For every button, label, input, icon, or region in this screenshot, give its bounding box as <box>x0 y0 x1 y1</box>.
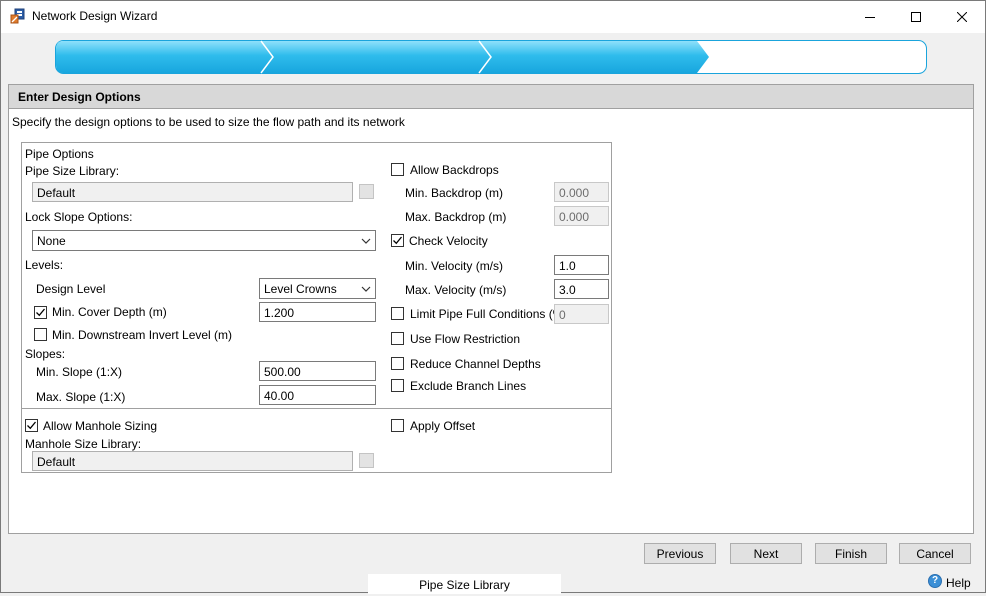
close-icon <box>957 12 967 22</box>
limit-pipe-full-label: Limit Pipe Full Conditions (%) <box>410 307 568 321</box>
help-icon[interactable]: ? <box>928 574 942 588</box>
window-title: Network Design Wizard <box>32 9 158 23</box>
app-icon <box>10 8 25 24</box>
minimize-button[interactable] <box>847 1 893 33</box>
use-flow-restriction-label: Use Flow Restriction <box>410 332 521 346</box>
pipe-options-label: Pipe Options <box>25 147 94 161</box>
design-level-value: Level Crowns <box>264 282 337 296</box>
reduce-channel-depths-checkbox[interactable] <box>391 357 404 370</box>
progress-fill <box>56 41 709 73</box>
allow-manhole-sizing-label: Allow Manhole Sizing <box>43 419 158 433</box>
pipe-size-library-field[interactable]: Default <box>32 182 353 202</box>
lock-slope-options-select[interactable]: None <box>32 230 376 251</box>
allow-backdrops-label: Allow Backdrops <box>410 163 499 177</box>
checkmark-icon <box>27 421 37 430</box>
wizard-progress-bar <box>55 40 927 74</box>
min-backdrop-input[interactable]: 0.000 <box>554 182 609 202</box>
min-velocity-label: Min. Velocity (m/s) <box>405 259 504 273</box>
limit-pipe-full-checkbox[interactable] <box>391 307 404 320</box>
min-cover-depth-label: Min. Cover Depth (m) <box>52 305 167 319</box>
max-slope-input[interactable]: 40.00 <box>259 385 376 405</box>
title-bar: Network Design Wizard <box>1 1 985 33</box>
footer-status: Pipe Size Library <box>368 574 561 594</box>
exclude-branch-lines-checkbox[interactable] <box>391 379 404 392</box>
checkmark-icon <box>36 308 46 317</box>
panel-header: Enter Design Options <box>9 85 973 109</box>
max-backdrop-input[interactable]: 0.000 <box>554 206 609 226</box>
min-backdrop-label: Min. Backdrop (m) <box>405 186 504 200</box>
close-button[interactable] <box>939 1 985 33</box>
allow-manhole-sizing-checkbox[interactable] <box>25 419 38 432</box>
minimize-icon <box>865 17 875 18</box>
max-velocity-input[interactable]: 3.0 <box>554 279 609 299</box>
lock-slope-options-value: None <box>37 234 66 248</box>
apply-offset-checkbox[interactable] <box>391 419 404 432</box>
cancel-button[interactable]: Cancel <box>899 543 971 564</box>
slopes-label: Slopes: <box>25 347 66 361</box>
chevron-down-icon <box>361 238 371 244</box>
min-velocity-input[interactable]: 1.0 <box>554 255 609 275</box>
lock-slope-options-label: Lock Slope Options: <box>25 210 133 224</box>
check-velocity-label: Check Velocity <box>409 234 488 248</box>
min-slope-label: Min. Slope (1:X) <box>36 365 123 379</box>
maximize-icon <box>911 12 921 22</box>
help-link[interactable]: Help <box>946 576 971 590</box>
exclude-branch-lines-label: Exclude Branch Lines <box>410 379 527 393</box>
levels-label: Levels: <box>25 258 64 272</box>
apply-offset-label: Apply Offset <box>410 419 476 433</box>
min-cover-depth-checkbox[interactable] <box>34 306 47 319</box>
min-downstream-invert-label: Min. Downstream Invert Level (m) <box>52 328 233 342</box>
previous-button[interactable]: Previous <box>644 543 716 564</box>
manhole-size-library-field[interactable]: Default <box>32 451 353 471</box>
finish-button[interactable]: Finish <box>815 543 887 564</box>
group-divider <box>21 408 612 409</box>
maximize-button[interactable] <box>893 1 939 33</box>
chevron-down-icon <box>361 286 371 292</box>
reduce-channel-depths-label: Reduce Channel Depths <box>410 357 541 371</box>
check-velocity-checkbox[interactable] <box>391 234 404 247</box>
limit-pipe-full-input[interactable]: 0 <box>554 304 609 324</box>
panel-heading: Enter Design Options <box>18 90 141 104</box>
checkmark-icon <box>393 236 403 245</box>
pipe-size-library-browse-button[interactable] <box>359 184 374 199</box>
manhole-size-library-browse-button[interactable] <box>359 453 374 468</box>
next-button[interactable]: Next <box>730 543 802 564</box>
allow-backdrops-checkbox[interactable] <box>391 163 404 176</box>
max-velocity-label: Max. Velocity (m/s) <box>405 283 507 297</box>
max-slope-label: Max. Slope (1:X) <box>36 390 126 404</box>
min-slope-input[interactable]: 500.00 <box>259 361 376 381</box>
min-downstream-invert-checkbox[interactable] <box>34 328 47 341</box>
panel-description: Specify the design options to be used to… <box>12 115 405 129</box>
manhole-size-library-label: Manhole Size Library: <box>25 437 142 451</box>
wizard-window: Network Design Wizard Enter Design Optio… <box>0 0 986 594</box>
use-flow-restriction-checkbox[interactable] <box>391 332 404 345</box>
design-level-select[interactable]: Level Crowns <box>259 278 376 299</box>
pipe-size-library-label: Pipe Size Library: <box>25 164 120 178</box>
design-level-label: Design Level <box>36 282 106 296</box>
min-cover-depth-input[interactable]: 1.200 <box>259 302 376 322</box>
max-backdrop-label: Max. Backdrop (m) <box>405 210 507 224</box>
